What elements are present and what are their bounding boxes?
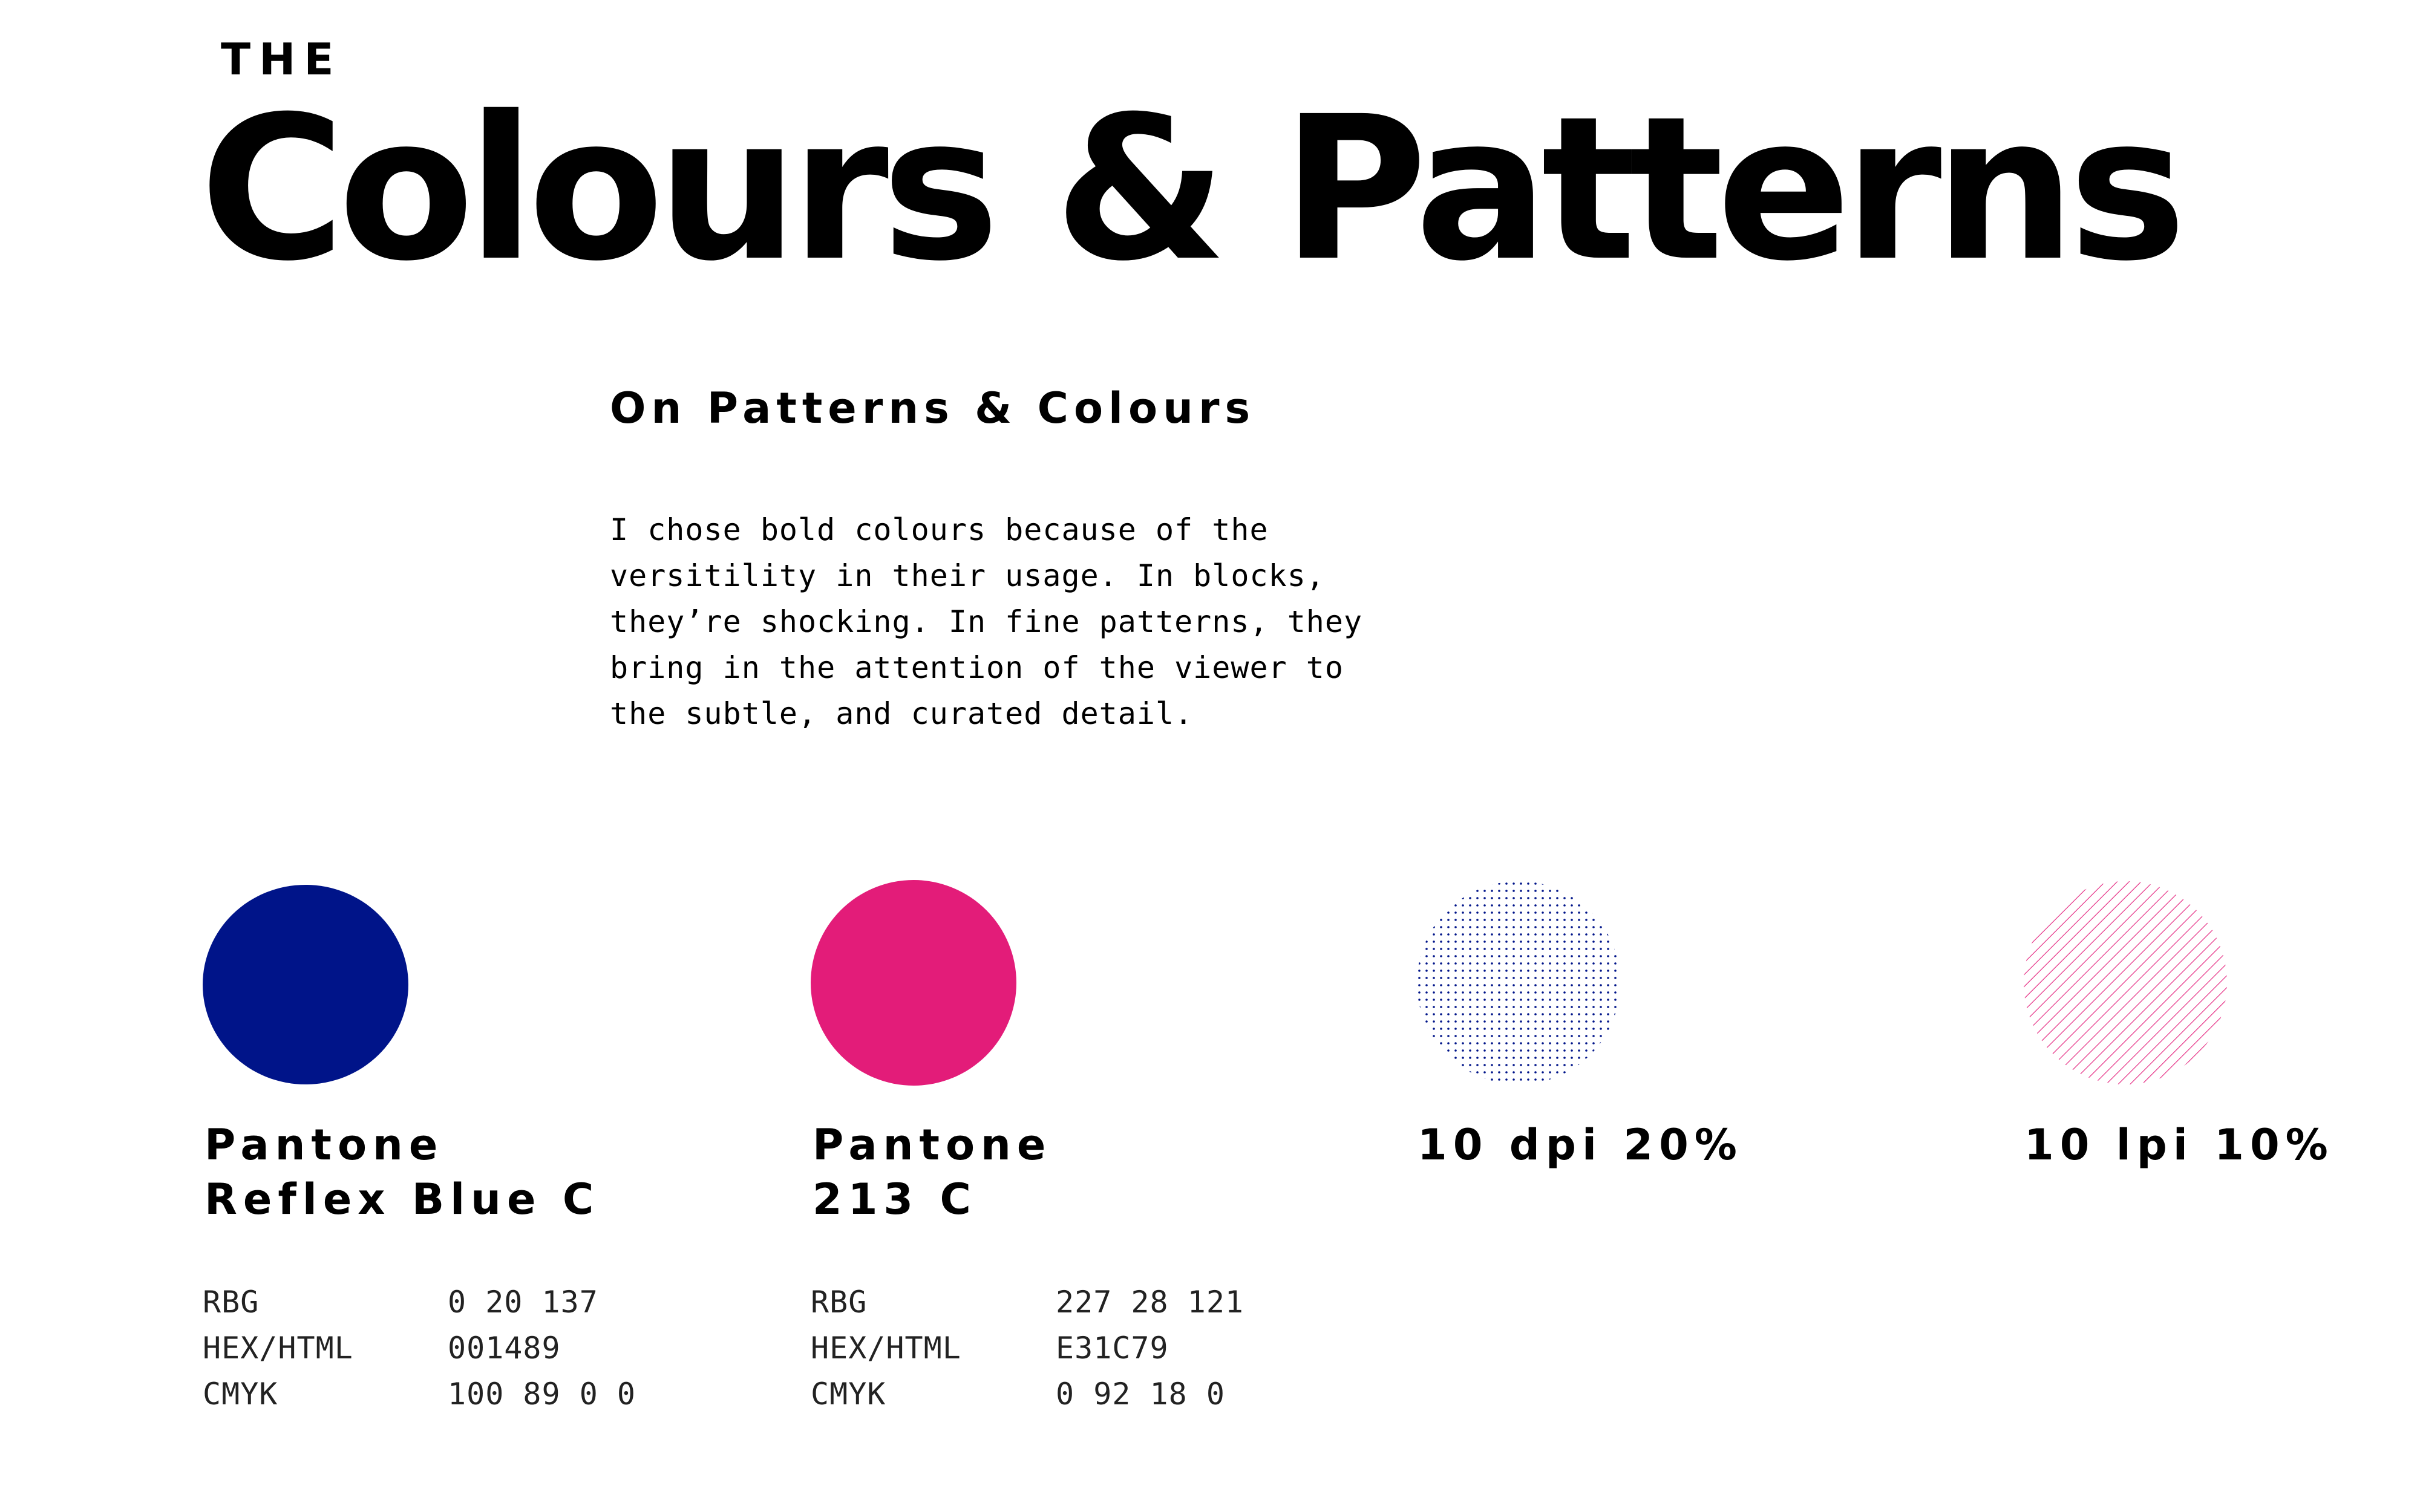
dot-pattern-label: 10 dpi 20% [1418,1120,1743,1170]
spec-row-hex: HEX/HTML E31C79 [811,1331,1169,1366]
spec-row-rgb: RBG 227 28 121 [811,1285,1244,1320]
reflex-blue-label: Pantone Reflex Blue C [204,1120,600,1224]
pantone-213-swatch [811,880,1016,1086]
spec-row-hex: HEX/HTML 001489 [203,1331,561,1366]
section-heading: On Patterns & Colours [610,383,1256,433]
spec-row-cmyk: CMYK 100 89 0 0 [203,1377,636,1412]
line-pattern-label: 10 lpi 10% [2024,1120,2334,1170]
spec-row-rgb: RBG 0 20 137 [203,1285,598,1320]
page-title: Colours & Patterns [200,74,2186,305]
dot-pattern-swatch [1417,881,1620,1084]
reflex-blue-swatch [203,885,408,1084]
pantone-213-specs: RBG 227 28 121 HEX/HTML E31C79 CMYK 0 92 18… [811,1279,1244,1417]
spec-row-cmyk: CMYK 0 92 18 0 [811,1377,1225,1412]
pantone-213-label: Pantone 213 C [813,1120,1052,1224]
intro-paragraph: I chose bold colours because of the vers… [610,512,1363,731]
reflex-blue-specs: RBG 0 20 137 HEX/HTML 001489 CMYK 100 89 0 … [203,1279,636,1417]
line-pattern-swatch [2024,881,2227,1084]
